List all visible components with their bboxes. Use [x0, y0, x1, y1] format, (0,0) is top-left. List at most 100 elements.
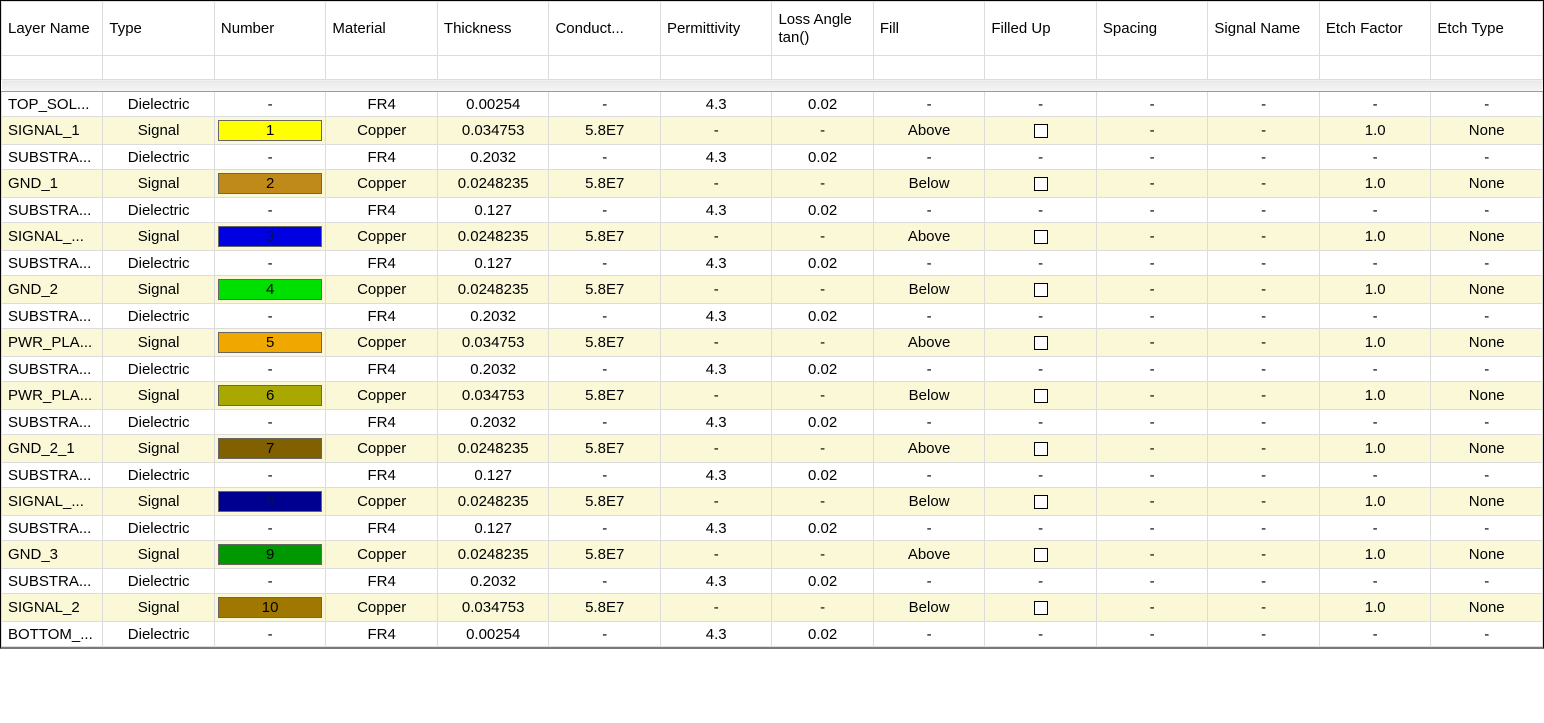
cell-permittivity[interactable]: -	[660, 329, 772, 357]
cell-material[interactable]: Copper	[326, 170, 438, 198]
layer-number-swatch[interactable]: 8	[214, 488, 326, 516]
cell-conduct[interactable]: 5.8E7	[549, 117, 661, 145]
cell-signalName[interactable]: -	[1208, 410, 1320, 435]
layer-name-cell[interactable]: GND_2_1	[2, 435, 103, 463]
cell-etchType[interactable]: None	[1431, 223, 1543, 251]
cell-permittivity[interactable]: -	[660, 435, 772, 463]
layer-color-swatch[interactable]: 3	[218, 226, 323, 247]
cell-thickness[interactable]: 0.034753	[437, 329, 549, 357]
cell-signalName[interactable]: -	[1208, 117, 1320, 145]
cell-conduct[interactable]: -	[549, 198, 661, 223]
cell-loss[interactable]: 0.02	[772, 145, 873, 170]
cell-signalName[interactable]: -	[1208, 223, 1320, 251]
cell-fill[interactable]: Above	[873, 117, 985, 145]
layer-number-swatch[interactable]: 2	[214, 170, 326, 198]
layer-name-cell[interactable]: SIGNAL_2	[2, 594, 103, 622]
cell-fill[interactable]: -	[873, 569, 985, 594]
cell-conduct[interactable]: 5.8E7	[549, 329, 661, 357]
layer-color-swatch[interactable]: 1	[218, 120, 323, 141]
cell-permittivity[interactable]: -	[660, 170, 772, 198]
cell-signalName[interactable]: -	[1208, 304, 1320, 329]
cell-type[interactable]: Dielectric	[103, 92, 215, 117]
cell-loss[interactable]: 0.02	[772, 251, 873, 276]
cell-fill[interactable]: Below	[873, 170, 985, 198]
cell-thickness[interactable]: 0.0248235	[437, 276, 549, 304]
cell-material[interactable]: FR4	[326, 198, 438, 223]
cell-material[interactable]: Copper	[326, 541, 438, 569]
cell-loss[interactable]: 0.02	[772, 516, 873, 541]
cell-spacing[interactable]: -	[1096, 357, 1208, 382]
cell-thickness[interactable]: 0.0248235	[437, 541, 549, 569]
layer-name-cell[interactable]: GND_1	[2, 170, 103, 198]
cell-fill[interactable]: Above	[873, 223, 985, 251]
column-header-signalName[interactable]: Signal Name	[1208, 2, 1320, 56]
table-row[interactable]: SUBSTRA...Dielectric-FR40.2032-4.30.02--…	[2, 357, 1543, 382]
table-row[interactable]: SIGNAL_...Signal8Copper0.02482355.8E7--B…	[2, 488, 1543, 516]
cell-etchType[interactable]: -	[1431, 622, 1543, 647]
cell-thickness[interactable]: 0.2032	[437, 569, 549, 594]
cell-signalName[interactable]: -	[1208, 622, 1320, 647]
cell-spacing[interactable]: -	[1096, 251, 1208, 276]
cell-fill[interactable]: -	[873, 145, 985, 170]
cell-material[interactable]: FR4	[326, 410, 438, 435]
cell-fill[interactable]: -	[873, 251, 985, 276]
cell-thickness[interactable]: 0.0248235	[437, 488, 549, 516]
layer-color-swatch[interactable]: 6	[218, 385, 323, 406]
cell-thickness[interactable]: 0.034753	[437, 594, 549, 622]
layer-color-swatch[interactable]: 9	[218, 544, 323, 565]
cell-permittivity[interactable]: 4.3	[660, 304, 772, 329]
filter-cell-etchType[interactable]	[1431, 56, 1543, 80]
cell-spacing[interactable]: -	[1096, 622, 1208, 647]
cell-etchFactor[interactable]: 1.0	[1319, 117, 1431, 145]
table-row[interactable]: SIGNAL_2Signal10Copper0.0347535.8E7--Bel…	[2, 594, 1543, 622]
column-header-fill[interactable]: Fill	[873, 2, 985, 56]
cell-type[interactable]: Dielectric	[103, 198, 215, 223]
cell-fill[interactable]: -	[873, 92, 985, 117]
layer-name-cell[interactable]: PWR_PLA...	[2, 382, 103, 410]
checkbox-icon[interactable]	[1034, 548, 1048, 562]
cell-permittivity[interactable]: -	[660, 488, 772, 516]
checkbox-icon[interactable]	[1034, 495, 1048, 509]
cell-type[interactable]: Dielectric	[103, 463, 215, 488]
cell-loss[interactable]: -	[772, 223, 873, 251]
table-row[interactable]: GND_3Signal9Copper0.02482355.8E7--Above-…	[2, 541, 1543, 569]
cell-number[interactable]: -	[214, 463, 326, 488]
cell-permittivity[interactable]: -	[660, 223, 772, 251]
cell-signalName[interactable]: -	[1208, 357, 1320, 382]
layer-number-swatch[interactable]: 4	[214, 276, 326, 304]
table-row[interactable]: SUBSTRA...Dielectric-FR40.2032-4.30.02--…	[2, 569, 1543, 594]
checkbox-icon[interactable]	[1034, 177, 1048, 191]
cell-number[interactable]: -	[214, 622, 326, 647]
filled-up-checkbox-cell[interactable]	[985, 594, 1097, 622]
filter-cell-filledUp[interactable]	[985, 56, 1097, 80]
table-row[interactable]: GND_2Signal4Copper0.02482355.8E7--Below-…	[2, 276, 1543, 304]
cell-conduct[interactable]: -	[549, 622, 661, 647]
layer-name-cell[interactable]: SUBSTRA...	[2, 357, 103, 382]
cell-spacing[interactable]: -	[1096, 435, 1208, 463]
cell-conduct[interactable]: 5.8E7	[549, 170, 661, 198]
cell-signalName[interactable]: -	[1208, 541, 1320, 569]
cell-type[interactable]: Signal	[103, 382, 215, 410]
cell-loss[interactable]: -	[772, 594, 873, 622]
layer-number-swatch[interactable]: 7	[214, 435, 326, 463]
cell-material[interactable]: FR4	[326, 463, 438, 488]
cell-spacing[interactable]: -	[1096, 541, 1208, 569]
cell-spacing[interactable]: -	[1096, 276, 1208, 304]
cell-fill[interactable]: Above	[873, 435, 985, 463]
cell-type[interactable]: Dielectric	[103, 516, 215, 541]
cell-etchType[interactable]: -	[1431, 145, 1543, 170]
cell-thickness[interactable]: 0.0248235	[437, 435, 549, 463]
cell-etchType[interactable]: None	[1431, 488, 1543, 516]
cell-loss[interactable]: 0.02	[772, 622, 873, 647]
column-header-conduct[interactable]: Conduct...	[549, 2, 661, 56]
cell-filledUp[interactable]: -	[985, 304, 1097, 329]
cell-etchFactor[interactable]: -	[1319, 145, 1431, 170]
cell-spacing[interactable]: -	[1096, 223, 1208, 251]
cell-spacing[interactable]: -	[1096, 170, 1208, 198]
cell-signalName[interactable]: -	[1208, 569, 1320, 594]
cell-conduct[interactable]: -	[549, 357, 661, 382]
filled-up-checkbox-cell[interactable]	[985, 382, 1097, 410]
cell-signalName[interactable]: -	[1208, 92, 1320, 117]
cell-permittivity[interactable]: 4.3	[660, 251, 772, 276]
cell-loss[interactable]: 0.02	[772, 357, 873, 382]
